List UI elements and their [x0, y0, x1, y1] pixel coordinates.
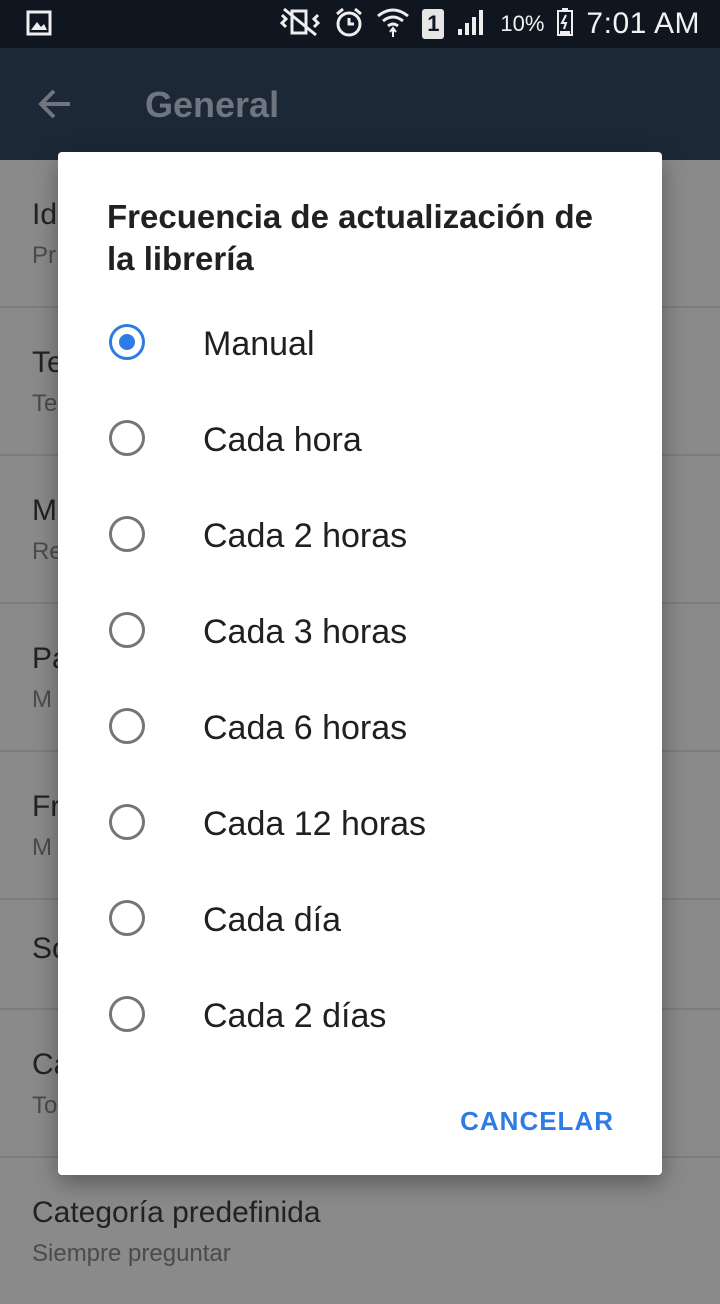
settings-item-title: M [32, 494, 57, 527]
radio-button[interactable] [109, 612, 145, 648]
radio-option-hourly[interactable]: Cada hora [58, 393, 662, 489]
radio-option-6h[interactable]: Cada 6 horas [58, 681, 662, 777]
settings-item-title: Fr [32, 790, 61, 823]
wifi-icon [376, 6, 410, 43]
dialog-title: Frecuencia de actualización de la librer… [107, 198, 594, 277]
radio-button[interactable] [109, 516, 145, 552]
settings-item-subtitle: Siempre preguntar [32, 1240, 231, 1267]
image-notification-icon [26, 10, 52, 41]
settings-item-subtitle: To [32, 1092, 58, 1119]
radio-button[interactable] [109, 900, 145, 936]
radio-option-label: Cada hora [203, 421, 362, 459]
radio-option-label: Cada 12 horas [203, 805, 427, 843]
radio-option-label: Cada 2 días [203, 997, 387, 1035]
radio-option-2d[interactable]: Cada 2 días [58, 969, 662, 1065]
radio-option-label: Manual [203, 325, 315, 363]
radio-button-checked[interactable] [109, 324, 145, 360]
radio-button[interactable] [109, 996, 145, 1032]
status-bar: 1 10% 7:01 AM [0, 0, 720, 48]
radio-option-daily[interactable]: Cada día [58, 873, 662, 969]
cancel-button[interactable]: CANCELAR [460, 1106, 614, 1137]
alarm-icon [334, 6, 364, 43]
back-arrow-icon[interactable] [34, 82, 78, 126]
radio-button[interactable] [109, 420, 145, 456]
radio-group: Manual Cada hora Cada 2 horas Cada 3 hor… [58, 297, 662, 1065]
radio-button[interactable] [109, 804, 145, 840]
radio-option-label: Cada día [203, 901, 341, 939]
settings-item-title: Id [32, 198, 58, 231]
sim-icon: 1 [422, 9, 445, 39]
radio-button[interactable] [109, 708, 145, 744]
radio-option-12h[interactable]: Cada 12 horas [58, 777, 662, 873]
signal-icon [456, 7, 488, 42]
app-bar: General [0, 48, 720, 160]
settings-item-subtitle: Te [32, 390, 58, 417]
battery-icon [556, 7, 574, 42]
update-frequency-dialog: Frecuencia de actualización de la librer… [58, 152, 662, 1175]
clock: 7:01 AM [586, 7, 700, 40]
radio-option-manual[interactable]: Manual [58, 297, 662, 393]
settings-item-subtitle: M [32, 686, 52, 713]
radio-option-3h[interactable]: Cada 3 horas [58, 585, 662, 681]
settings-item-subtitle: M [32, 834, 52, 861]
page-title: General [145, 84, 280, 125]
settings-item[interactable]: Categoría predefinida Siempre preguntar [0, 1158, 720, 1304]
radio-option-label: Cada 2 horas [203, 517, 408, 555]
settings-item-title: Categoría predefinida [32, 1196, 321, 1229]
settings-item-subtitle: Pr [32, 242, 56, 269]
battery-percentage: 10% [500, 11, 545, 36]
radio-option-label: Cada 3 horas [203, 613, 408, 651]
radio-option-label: Cada 6 horas [203, 709, 408, 747]
vibrate-icon [278, 7, 322, 42]
radio-option-2h[interactable]: Cada 2 horas [58, 489, 662, 585]
